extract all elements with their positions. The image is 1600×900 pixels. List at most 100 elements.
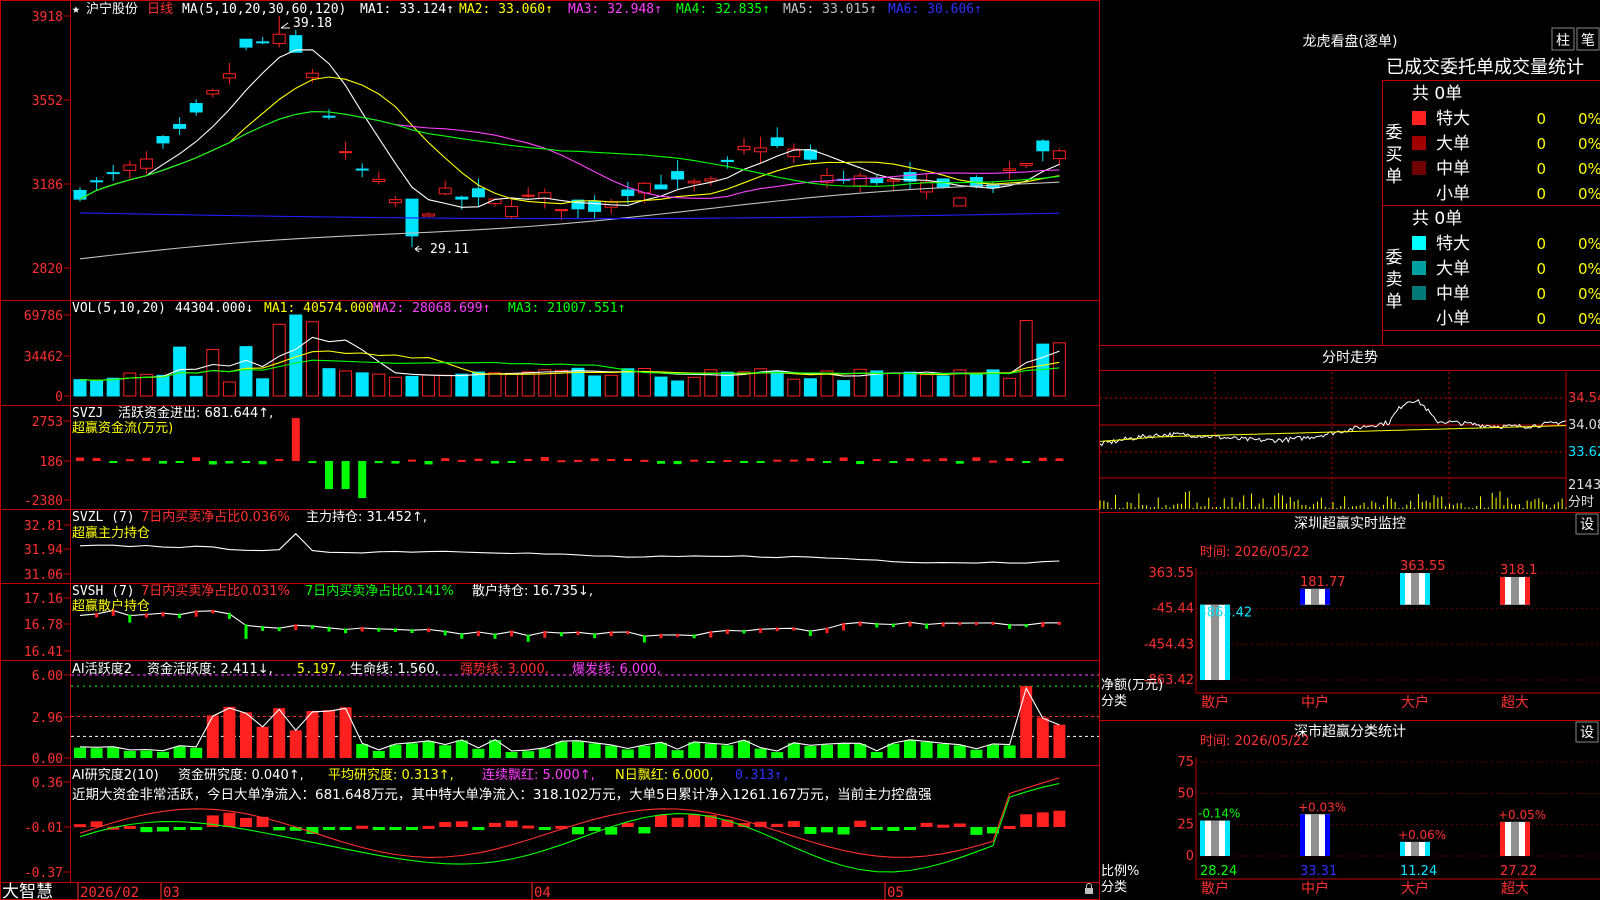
candle[interactable] <box>671 171 685 180</box>
volume-bar[interactable] <box>521 371 535 397</box>
candle[interactable] <box>1003 168 1017 172</box>
volume-bar[interactable] <box>272 323 286 397</box>
volume-bar[interactable] <box>471 371 485 397</box>
svsh-panel[interactable] <box>79 609 1061 643</box>
volume-bar[interactable] <box>1052 342 1066 397</box>
volume-bar[interactable] <box>737 371 751 397</box>
candle[interactable] <box>305 72 319 79</box>
candle[interactable] <box>355 168 369 171</box>
volume-bar[interactable] <box>1019 320 1033 397</box>
volume-bar[interactable] <box>222 381 236 397</box>
volume-bar[interactable] <box>422 374 436 397</box>
candle[interactable] <box>687 180 701 184</box>
volume-bar[interactable] <box>554 369 568 397</box>
candle[interactable] <box>953 197 967 207</box>
volume-bar[interactable] <box>654 376 668 397</box>
candle[interactable] <box>388 199 402 204</box>
volume-bar[interactable] <box>322 368 336 397</box>
candle[interactable] <box>372 178 386 182</box>
candle[interactable] <box>621 189 635 197</box>
volume-bar[interactable] <box>488 372 502 397</box>
candle[interactable] <box>521 194 535 197</box>
volume-bar[interactable] <box>355 372 369 397</box>
candle[interactable] <box>920 181 934 193</box>
svzl-panel[interactable] <box>79 532 1060 564</box>
ai-activity-panel[interactable] <box>71 674 1099 758</box>
volume-bar[interactable] <box>106 377 120 397</box>
candle[interactable] <box>206 90 220 95</box>
volume-bar[interactable] <box>936 375 950 397</box>
candle[interactable] <box>123 164 137 171</box>
candle[interactable] <box>90 180 104 183</box>
candle[interactable] <box>173 123 187 129</box>
candle[interactable] <box>737 145 751 151</box>
volume-bar[interactable] <box>90 380 104 397</box>
volume-bar[interactable] <box>339 370 353 397</box>
candle[interactable] <box>189 103 203 113</box>
candle[interactable] <box>256 41 270 44</box>
stock-chart-terminal[interactable]: 3918 3552 3186 2820 69786 34462 0 2753 186 -2380 3… <box>0 0 1600 900</box>
volume-bar[interactable] <box>206 348 220 397</box>
sz-stat-chart[interactable]: 时间: 2026/05/22 75 50 25 0 比例%分类 散户 -0.14% 28.24 中… <box>1101 734 1600 897</box>
candle[interactable] <box>770 137 784 147</box>
svzj-panel[interactable] <box>76 418 1064 499</box>
candle[interactable] <box>106 172 120 175</box>
volume-bar[interactable] <box>405 375 419 397</box>
volume-bar[interactable] <box>123 372 137 397</box>
candle[interactable] <box>455 196 469 200</box>
volume-bar[interactable] <box>305 321 319 397</box>
candle[interactable] <box>505 205 519 218</box>
volume-bar[interactable] <box>73 379 87 397</box>
candle[interactable] <box>322 115 336 118</box>
candle[interactable] <box>754 147 768 153</box>
candle[interactable] <box>73 189 87 200</box>
volume-bar[interactable] <box>189 375 203 397</box>
candle[interactable] <box>272 33 286 44</box>
candle[interactable] <box>156 136 170 144</box>
volume-bar[interactable] <box>903 371 917 397</box>
volume-bar[interactable] <box>604 374 618 397</box>
volume-bar[interactable] <box>671 380 685 397</box>
candle[interactable] <box>1036 140 1050 152</box>
candle[interactable] <box>339 151 353 154</box>
volume-bar[interactable] <box>770 370 784 397</box>
volume-bar[interactable] <box>687 376 701 397</box>
candle[interactable] <box>139 158 153 169</box>
volume-bar[interactable] <box>787 378 801 397</box>
volume-bar[interactable] <box>1003 377 1017 397</box>
volume-bar[interactable] <box>803 378 817 397</box>
volume-bar[interactable] <box>969 373 983 397</box>
candle[interactable] <box>471 188 485 198</box>
candle[interactable] <box>853 175 867 187</box>
candle[interactable] <box>1052 150 1066 160</box>
volume-bar[interactable] <box>837 380 851 397</box>
volume-bar[interactable] <box>372 373 386 397</box>
candle[interactable] <box>538 192 552 199</box>
lock-icon[interactable] <box>1085 883 1093 895</box>
candle[interactable] <box>1019 163 1033 166</box>
volume-bar[interactable] <box>239 346 253 397</box>
intraday-chart[interactable]: 34.54 34.08 33.62 2143 分时 <box>1099 372 1600 510</box>
sz-monitor-chart[interactable]: 时间: 2026/05/22 363.55 -45.44 -454.43 -863.42… <box>1101 545 1600 711</box>
volume-bar[interactable] <box>505 372 519 397</box>
candle[interactable] <box>422 213 436 217</box>
volume-panel[interactable] <box>73 314 1066 397</box>
volume-bar[interactable] <box>388 376 402 397</box>
period-label[interactable]: 日线 <box>147 2 173 17</box>
volume-bar[interactable] <box>920 374 934 397</box>
volume-bar[interactable] <box>886 372 900 397</box>
volume-bar[interactable] <box>455 373 469 397</box>
stock-name[interactable]: 沪宁股份 <box>86 1 138 17</box>
volume-bar[interactable] <box>621 368 635 397</box>
price-panel[interactable] <box>73 16 1066 260</box>
candle[interactable] <box>554 209 568 212</box>
volume-bar[interactable] <box>438 374 452 397</box>
candle[interactable] <box>239 38 253 48</box>
candle[interactable] <box>222 73 236 79</box>
candle[interactable] <box>438 187 452 195</box>
candle[interactable] <box>654 184 668 190</box>
volume-bar[interactable] <box>256 378 270 397</box>
candle[interactable] <box>720 159 734 163</box>
volume-bar[interactable] <box>588 375 602 397</box>
volume-bar[interactable] <box>156 374 170 397</box>
